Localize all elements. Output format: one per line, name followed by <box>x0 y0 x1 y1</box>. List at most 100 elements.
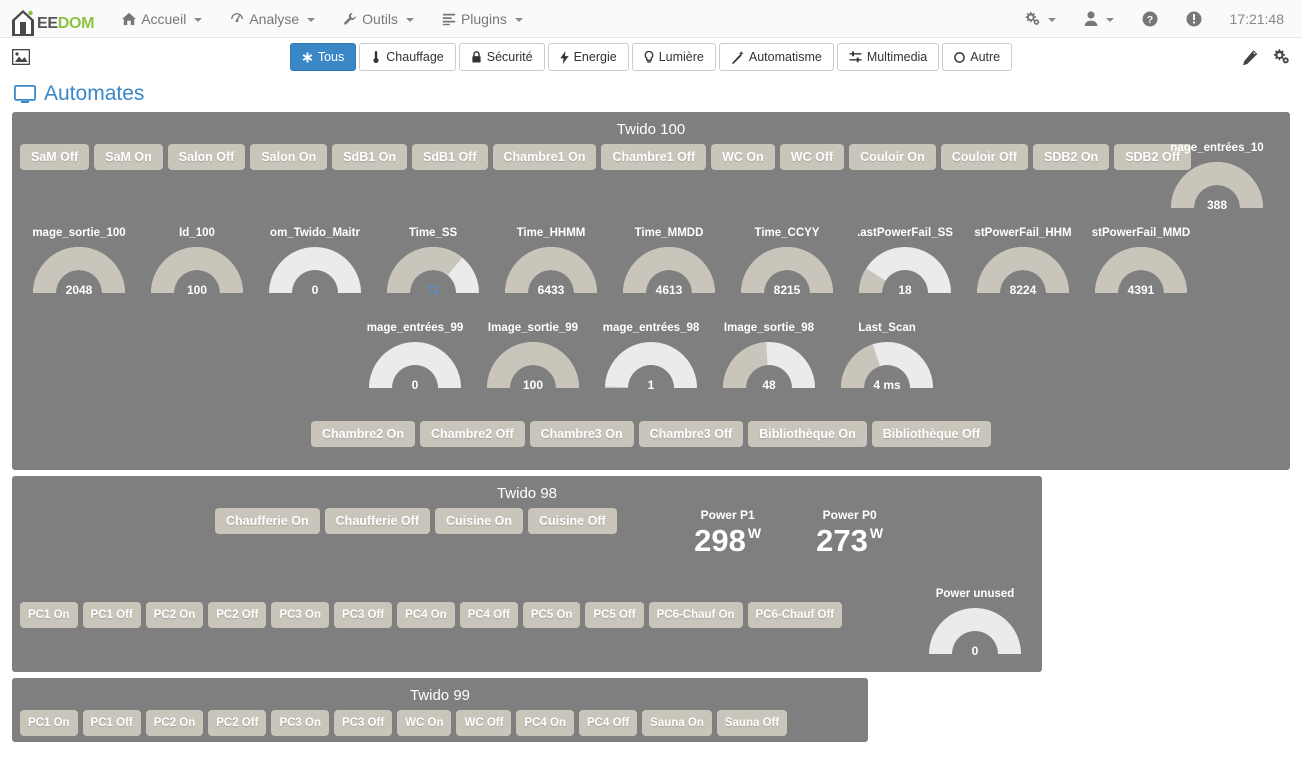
command-button[interactable]: WC Off <box>779 144 845 170</box>
nav-item-plugins[interactable]: Plugins <box>428 0 537 38</box>
chevron-down-icon <box>1105 17 1114 22</box>
command-button[interactable]: Chambre1 On <box>492 144 597 170</box>
command-button[interactable]: Sauna On <box>642 710 712 736</box>
filter-autre[interactable]: Autre <box>942 43 1013 71</box>
gauge-value: 4613 <box>655 283 683 297</box>
user-icon <box>1084 11 1098 26</box>
bulb-icon <box>644 50 654 64</box>
command-button[interactable]: PC2 On <box>145 602 204 628</box>
filter-multimedia[interactable]: Multimedia <box>836 43 940 71</box>
command-button[interactable]: PC3 Off <box>333 602 393 628</box>
gauge-value: 4 ms <box>873 378 901 392</box>
command-button[interactable]: PC5 On <box>522 602 581 628</box>
gauge-label: nage_entrées_10 <box>1170 142 1264 154</box>
gauge-value: 100 <box>186 283 208 297</box>
command-button[interactable]: PC4 Off <box>459 602 518 628</box>
command-button[interactable]: SaM Off <box>20 144 90 170</box>
settings-menu-button[interactable] <box>1010 0 1070 38</box>
nav-item-outils[interactable]: Outils <box>329 0 428 38</box>
chevron-down-icon <box>514 17 523 22</box>
thermometer-icon <box>371 51 381 63</box>
user-menu-button[interactable] <box>1070 0 1128 38</box>
command-button[interactable]: PC6-Chauf Off <box>747 602 843 628</box>
command-button[interactable]: PC4 Off <box>579 710 638 736</box>
command-button[interactable]: WC On <box>711 144 775 170</box>
filter-automatisme[interactable]: Automatisme <box>718 43 834 71</box>
command-button[interactable]: PC1 On <box>20 602 78 628</box>
command-button[interactable]: Chambre2 On <box>311 421 415 447</box>
command-button[interactable]: Chambre2 Off <box>419 421 525 447</box>
gauge-label: stPowerFail_HHM <box>974 227 1072 239</box>
command-button[interactable]: Chaufferie Off <box>324 508 430 534</box>
gauge-label: Time_CCYY <box>754 227 820 239</box>
command-button[interactable]: Chambre3 Off <box>638 421 744 447</box>
command-button[interactable]: WC On <box>397 710 452 736</box>
gauge-widget: Time_HHMM 6433 <box>492 227 610 297</box>
command-button[interactable]: Chaufferie On <box>215 508 320 534</box>
filter-securite[interactable]: Sécurité <box>458 43 545 71</box>
command-button[interactable]: SdB1 Off <box>412 144 488 170</box>
command-button[interactable]: PC1 Off <box>82 710 141 736</box>
command-button[interactable]: Cuisine On <box>435 508 523 534</box>
power-label: Power P0 <box>822 508 877 522</box>
gauge-arc: 100 <box>485 338 581 392</box>
nav-right-group: ? 17:21:48 <box>1010 0 1302 38</box>
command-button[interactable]: SdB1 On <box>332 144 408 170</box>
command-button[interactable]: Bibliothèque On <box>748 421 867 447</box>
gears-config-icon[interactable] <box>1272 49 1290 66</box>
command-button[interactable]: Salon Off <box>167 144 246 170</box>
command-button[interactable]: PC3 On <box>271 602 329 628</box>
command-button[interactable]: PC2 Off <box>208 710 267 736</box>
command-button[interactable]: Couloir Off <box>940 144 1028 170</box>
command-button[interactable]: PC3 On <box>271 710 329 736</box>
help-button[interactable]: ? <box>1128 0 1172 38</box>
command-button[interactable]: PC6-Chauf On <box>648 602 743 628</box>
gauge-arc: 388 <box>1169 158 1265 212</box>
command-button[interactable]: PC4 On <box>516 710 574 736</box>
gauge-value: 100 <box>522 378 544 392</box>
command-button[interactable]: Chambre3 On <box>529 421 634 447</box>
command-button[interactable]: WC Off <box>456 710 512 736</box>
command-button[interactable]: PC4 On <box>397 602 455 628</box>
command-button[interactable]: Salon On <box>250 144 328 170</box>
filter-chauffage[interactable]: Chauffage <box>359 43 456 71</box>
nav-item-accueil[interactable]: Accueil <box>108 0 216 38</box>
command-button[interactable]: PC3 Off <box>333 710 393 736</box>
chevron-down-icon <box>194 17 203 22</box>
command-button[interactable]: Cuisine Off <box>527 508 617 534</box>
command-button[interactable]: PC2 On <box>145 710 204 736</box>
power-unit: W <box>747 525 762 541</box>
command-button[interactable]: Bibliothèque Off <box>871 421 991 447</box>
info-icon <box>1186 11 1202 27</box>
command-button[interactable]: Sauna Off <box>716 710 788 736</box>
pencil-icon[interactable] <box>1242 49 1258 65</box>
gauge-widget: mage_entrées_99 0 <box>356 322 474 392</box>
gauge-label: om_Twido_Maitr <box>270 227 360 239</box>
image-icon[interactable] <box>12 49 30 65</box>
command-button[interactable]: SaM On <box>94 144 163 170</box>
chevron-down-icon <box>405 17 414 22</box>
gauge-arc: 4391 <box>1093 243 1189 297</box>
twido100-gauge-row-1: mage_sortie_100 2048 Id_100 100 om_Twido_Mai… <box>20 227 1282 297</box>
gauge-value: 1 <box>647 378 655 392</box>
command-button[interactable]: PC1 Off <box>82 602 141 628</box>
command-button[interactable]: PC2 Off <box>208 602 267 628</box>
command-button[interactable]: PC5 Off <box>585 602 644 628</box>
power-number: 273 <box>816 523 868 558</box>
gauge-value: 18 <box>898 283 912 297</box>
monitor-icon <box>14 84 36 104</box>
gauge-arc: 48 <box>721 338 817 392</box>
filter-lumiere[interactable]: Lumière <box>631 43 716 71</box>
filter-energie[interactable]: Energie <box>547 43 629 71</box>
command-button[interactable]: Couloir On <box>849 144 936 170</box>
brand-logo-link[interactable]: EEDOM <box>0 0 108 38</box>
panel-twido-100: Twido 100 SaM Off SaM On Salon Off Salon On… <box>12 112 1290 470</box>
filter-tous[interactable]: Tous <box>289 43 357 71</box>
filter-label-chauffage: Chauffage <box>386 50 444 64</box>
twido98-power-group: Power P1 298 W Power P0 273 W <box>680 508 898 556</box>
command-button[interactable]: Chambre1 Off <box>601 144 707 170</box>
info-button[interactable] <box>1172 0 1216 38</box>
nav-item-analyse[interactable]: Analyse <box>216 0 329 38</box>
command-button[interactable]: SDB2 On <box>1033 144 1110 170</box>
command-button[interactable]: PC1 On <box>20 710 78 736</box>
